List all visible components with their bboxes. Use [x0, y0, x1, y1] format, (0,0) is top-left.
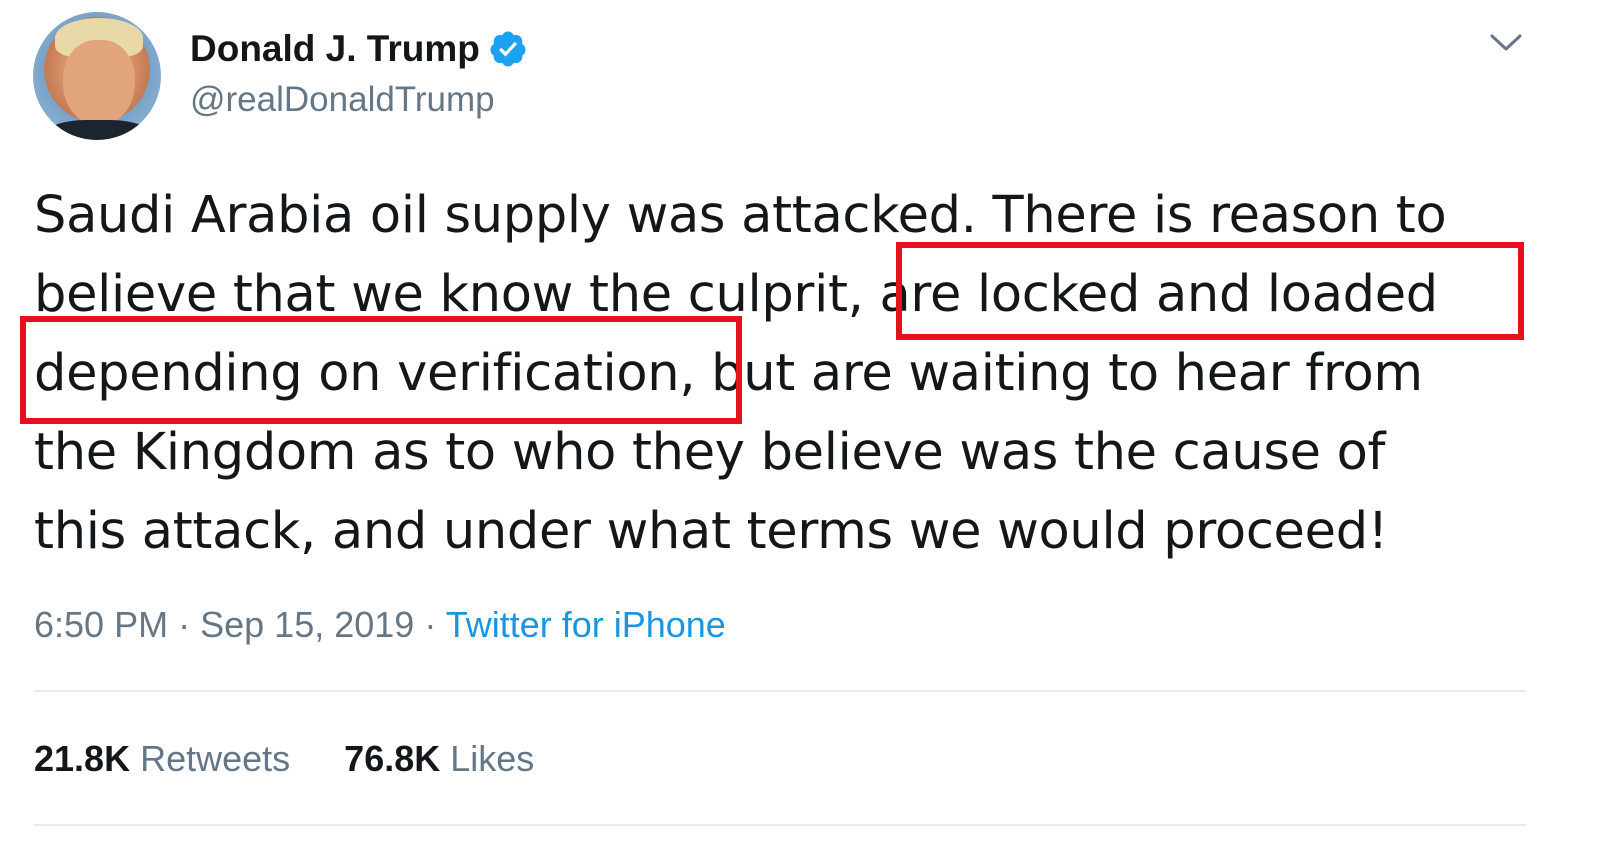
- meta-separator: ·: [424, 604, 437, 645]
- highlight-box-verification: [20, 316, 742, 424]
- likes-stat[interactable]: 76.8K Likes: [344, 738, 534, 780]
- divider: [34, 824, 1526, 826]
- tweet-line-4: the Kingdom as to who they believe was t…: [34, 423, 1386, 482]
- tweet-date[interactable]: Sep 15, 2019: [200, 604, 414, 645]
- tweet-meta: 6:50 PM · Sep 15, 2019 · Twitter for iPh…: [34, 604, 726, 646]
- retweets-stat[interactable]: 21.8K Retweets: [34, 738, 290, 780]
- verified-badge-icon: [490, 31, 526, 67]
- tweet-source-link[interactable]: Twitter for iPhone: [446, 604, 726, 645]
- tweet-time[interactable]: 6:50 PM: [34, 604, 168, 645]
- avatar[interactable]: [33, 12, 161, 140]
- likes-count: 76.8K: [344, 738, 441, 779]
- tweet-line-3-plain: but are waiting to hear from: [711, 344, 1423, 403]
- author-handle[interactable]: @realDonaldTrump: [190, 80, 495, 120]
- author-display-name[interactable]: Donald J. Trump: [190, 28, 480, 70]
- author-name-row[interactable]: Donald J. Trump: [190, 28, 528, 70]
- tweet-line-5: this attack, and under what terms we wou…: [34, 502, 1388, 561]
- tweet-card: Donald J. Trump @realDonaldTrump Saudi A…: [0, 0, 1600, 846]
- avatar-face: [63, 40, 135, 126]
- tweet-stats: 21.8K Retweets 76.8K Likes: [34, 738, 588, 780]
- chevron-down-icon[interactable]: [1488, 28, 1524, 56]
- retweets-label: Retweets: [140, 738, 291, 779]
- likes-label: Likes: [450, 738, 535, 779]
- highlight-box-locked-loaded: [896, 242, 1524, 340]
- divider: [34, 690, 1526, 692]
- retweets-count: 21.8K: [34, 738, 131, 779]
- meta-separator: ·: [178, 604, 191, 645]
- avatar-suit: [43, 120, 153, 140]
